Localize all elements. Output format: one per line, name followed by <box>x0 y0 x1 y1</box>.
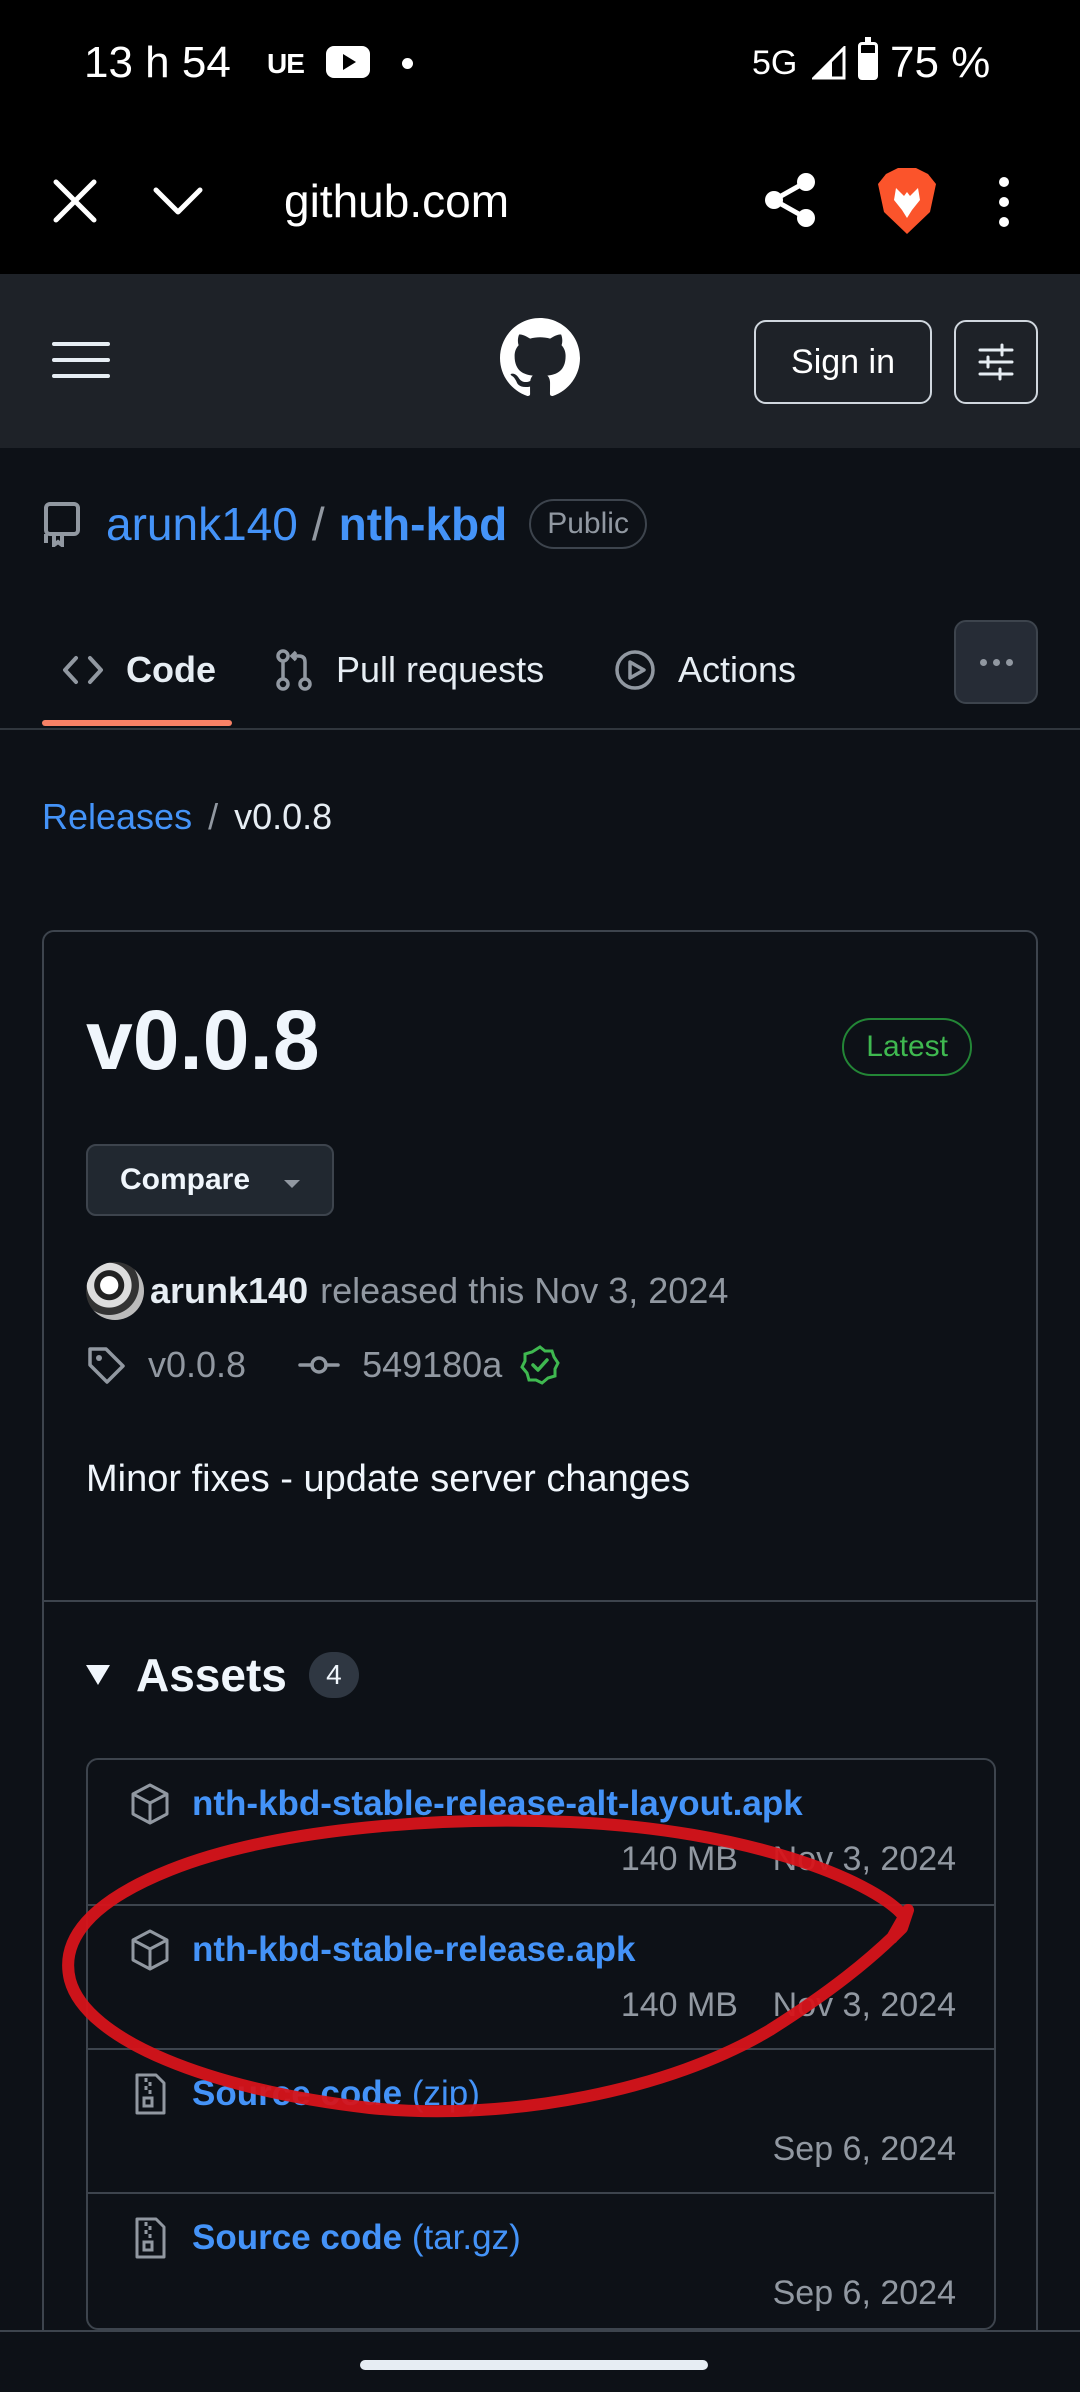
compare-label: Compare <box>120 1163 251 1196</box>
repo-tabs: Code Pull requests Actions <box>0 620 1080 730</box>
play-circle-icon <box>615 650 655 690</box>
pull-request-icon <box>276 649 312 691</box>
tab-code-label: Code <box>126 649 216 690</box>
release-meta: v0.0.8 549180a <box>86 1344 560 1386</box>
release-author-line: arunk140 released this Nov 3, 2024 <box>86 1262 728 1320</box>
visibility-badge: Public <box>529 499 647 549</box>
verified-icon[interactable] <box>520 1345 560 1385</box>
status-time: 13 h 54 <box>84 38 231 87</box>
file-zip-icon <box>135 2217 166 2259</box>
youtube-notification-icon <box>326 46 370 78</box>
assets-toggle[interactable]: Assets 4 <box>86 1648 359 1702</box>
divider <box>44 1600 1036 1602</box>
tab-pull-requests-label: Pull requests <box>336 649 545 690</box>
release-title: v0.0.8 <box>86 993 320 1087</box>
github-header: Sign in <box>0 274 1080 448</box>
brave-shield-icon[interactable] <box>876 166 938 236</box>
network-type: 5G <box>752 44 798 82</box>
tab-actions[interactable]: Actions <box>614 640 796 700</box>
breadcrumb: Releases / v0.0.8 <box>42 796 332 838</box>
browser-toolbar: github.com <box>0 128 1080 274</box>
share-icon[interactable] <box>760 170 820 230</box>
breadcrumb-current: v0.0.8 <box>234 796 333 837</box>
battery-icon <box>858 37 878 80</box>
status-bar: 13 h 54 UE 5G 75 % <box>0 0 1080 128</box>
repo-name-link[interactable]: nth-kbd <box>339 497 508 551</box>
released-text: released this Nov 3, 2024 <box>320 1270 729 1311</box>
home-gesture-handle[interactable] <box>360 2360 708 2370</box>
repo-owner-link[interactable]: arunk140 <box>106 497 298 551</box>
repo-separator: / <box>311 498 325 550</box>
red-circle-annotation <box>62 1814 914 2118</box>
release-card: v0.0.8 Latest Compare arunk140 released … <box>42 930 1038 2392</box>
asset-date: Sep 6, 2024 <box>772 2274 956 2312</box>
sign-in-button[interactable]: Sign in <box>754 320 932 404</box>
commit-link[interactable]: 549180a <box>362 1344 502 1386</box>
tag-icon <box>88 1347 125 1384</box>
breadcrumb-releases-link[interactable]: Releases <box>42 796 192 837</box>
settings-button[interactable] <box>954 320 1038 404</box>
breadcrumb-separator: / <box>208 796 219 837</box>
battery-percent: 75 % <box>890 38 991 87</box>
more-options-icon[interactable] <box>992 174 1016 230</box>
active-tab-indicator <box>42 720 232 726</box>
latest-badge: Latest <box>842 1018 972 1076</box>
assets-heading: Assets <box>136 1649 287 1701</box>
chevron-down-icon[interactable] <box>148 176 208 226</box>
tab-pull-requests[interactable]: Pull requests <box>274 640 544 700</box>
gesture-bar <box>0 2330 1080 2392</box>
caret-down-icon <box>284 1180 300 1188</box>
hamburger-menu-icon[interactable] <box>52 340 110 380</box>
compare-button[interactable]: Compare <box>86 1144 334 1216</box>
asset-link[interactable]: Source code (tar.gz) <box>192 2218 521 2258</box>
repo-icon <box>44 502 80 547</box>
asset-name: Source code <box>192 2218 403 2257</box>
notification-dot-icon <box>402 58 413 69</box>
avatar[interactable] <box>86 1262 144 1320</box>
more-tabs-button[interactable] <box>954 620 1038 704</box>
tag-link[interactable]: v0.0.8 <box>148 1344 246 1386</box>
author-link[interactable]: arunk140 <box>150 1270 308 1312</box>
code-icon <box>63 656 103 684</box>
carrier-label: UE <box>267 48 305 79</box>
release-notes: Minor fixes - update server changes <box>86 1458 691 1500</box>
close-icon[interactable] <box>50 176 100 226</box>
assets-count-badge: 4 <box>308 1652 359 1698</box>
github-logo-icon[interactable] <box>500 318 580 398</box>
tab-actions-label: Actions <box>678 649 797 690</box>
triangle-down-icon <box>86 1665 110 1685</box>
repo-title: arunk140 / nth-kbd Public <box>42 494 647 554</box>
asset-row: Source code (tar.gz) Sep 6, 2024 <box>88 2192 994 2328</box>
sliders-icon <box>978 343 1014 381</box>
signal-icon <box>812 46 846 80</box>
asset-suffix: (tar.gz) <box>411 2218 521 2257</box>
commit-icon <box>298 1356 340 1374</box>
url-text[interactable]: github.com <box>284 174 509 228</box>
tab-code[interactable]: Code <box>62 640 216 700</box>
